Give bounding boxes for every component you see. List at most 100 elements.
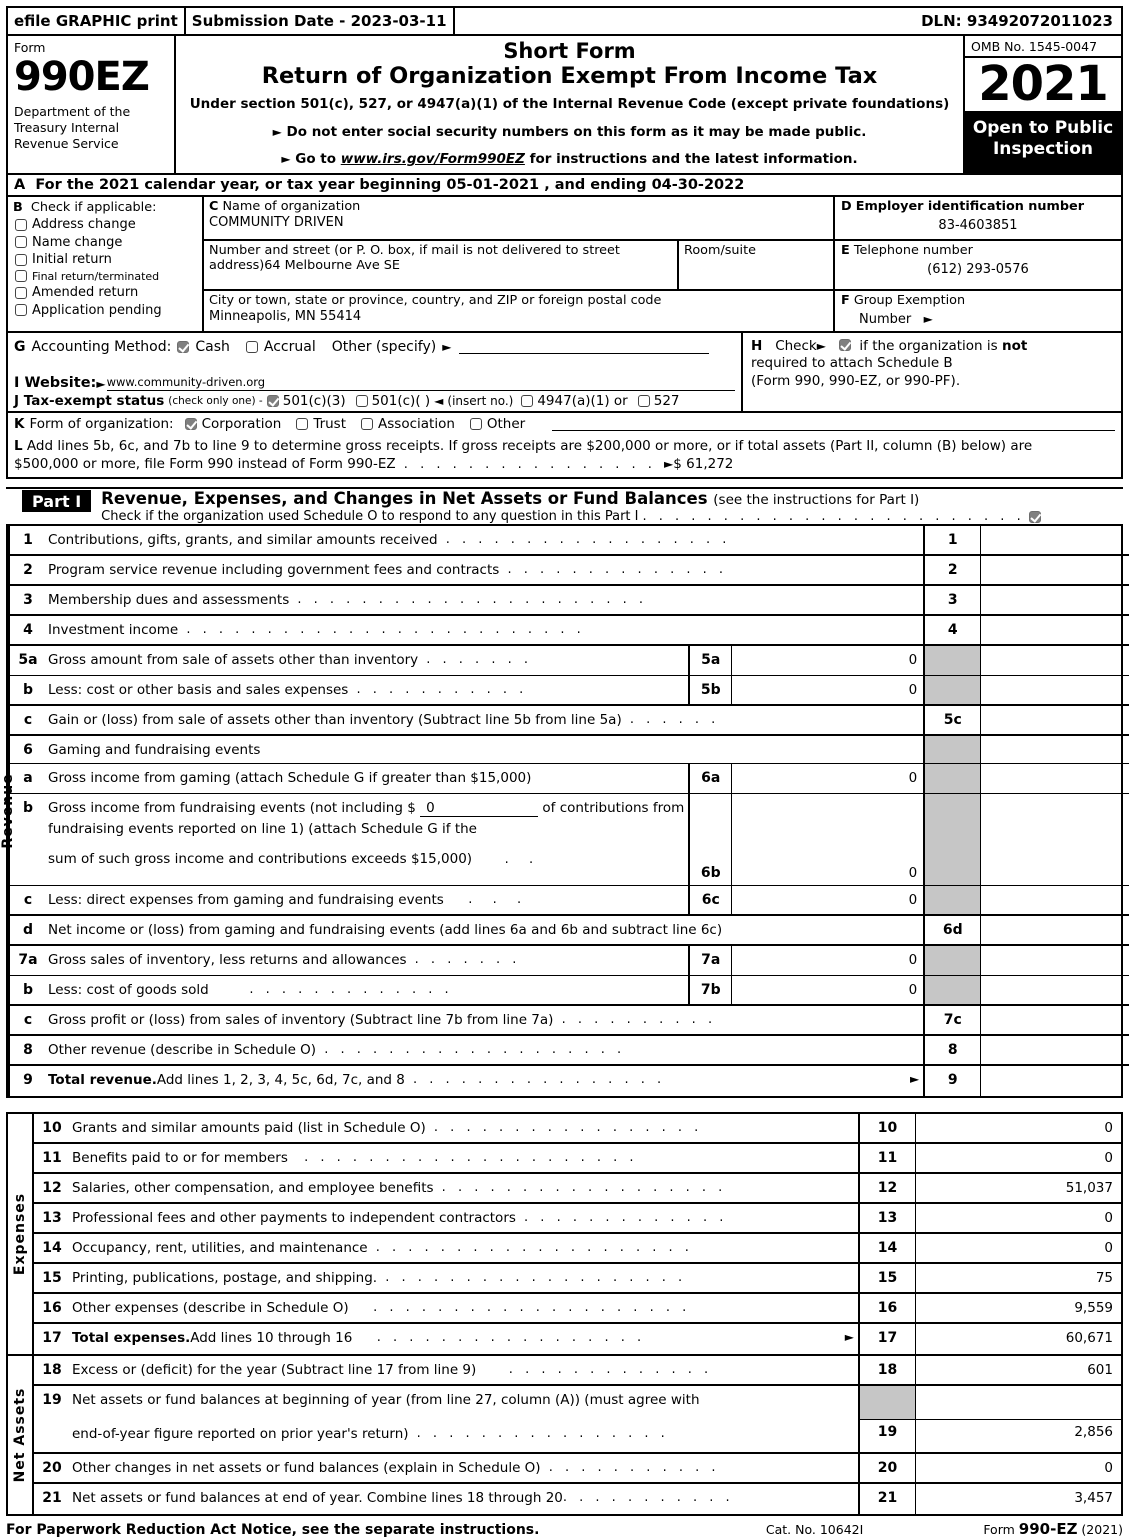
checkbox-icon[interactable] (15, 304, 27, 317)
inner-value[interactable]: 0 (732, 886, 923, 914)
checkbox-name-change[interactable]: Name change (15, 235, 197, 250)
checkbox-501c-icon[interactable] (355, 394, 368, 407)
checkbox-icon[interactable] (15, 236, 27, 249)
netassets-vertical-label: Net Assets (8, 1356, 34, 1515)
tax-year-end-date: 04-30-2022 (651, 176, 745, 193)
tax-exempt-status-label: Tax-exempt status (23, 392, 165, 409)
inner-value[interactable]: 0 (732, 976, 923, 1004)
checkbox-trust-icon[interactable] (296, 417, 309, 430)
row-value[interactable]: 51,037 (916, 1174, 1121, 1202)
checkbox-corporation-icon[interactable] (184, 417, 197, 430)
inner-value[interactable]: 0 (732, 646, 923, 675)
checkbox-icon[interactable] (15, 253, 27, 266)
row-value[interactable]: 0 (916, 1204, 1121, 1232)
row-description: Contributions, gifts, grants, and simila… (46, 526, 923, 554)
checkbox-address-change[interactable]: Address change (15, 217, 197, 232)
section-c-letter: C (209, 198, 219, 214)
checkbox-label: Address change (32, 217, 136, 233)
row-value[interactable]: 0 (981, 616, 1129, 644)
inner-value[interactable]: 0 (732, 946, 923, 975)
inner-label: 6a (690, 764, 733, 794)
table-row: 20 Other changes in net assets or fund b… (34, 1454, 1121, 1485)
row-colnum: 17 (858, 1324, 916, 1355)
phone-value: (612) 293-0576 (927, 261, 1029, 277)
row-description: Other changes in net assets or fund bala… (70, 1454, 858, 1482)
form-label: Form (14, 40, 46, 55)
inner-value[interactable]: 0 (732, 764, 923, 793)
other-org-input[interactable] (552, 417, 1115, 431)
part1-title-note: (see the instructions for Part I) (713, 492, 920, 509)
checkbox-final-return[interactable]: Final return/terminated (15, 270, 197, 283)
row-colnum-gray (923, 946, 982, 976)
leader-dots: . . . . . . . . . . . . . . . . (404, 1072, 674, 1088)
row-description: Gross profit or (loss) from sales of inv… (46, 1006, 923, 1034)
inner-value[interactable]: 0 (732, 865, 923, 885)
checkbox-icon[interactable] (15, 270, 27, 283)
row-text: Other revenue (describe in Schedule O) (48, 1042, 317, 1059)
checkbox-initial-return[interactable]: Initial return (15, 252, 197, 267)
inner-value[interactable]: 0 (732, 676, 923, 704)
section-g-letter: G (14, 338, 26, 355)
row-value (981, 676, 1129, 704)
row-number: b (22, 982, 34, 999)
checkbox-icon[interactable] (15, 218, 27, 231)
row-value[interactable]: 0 (916, 1234, 1121, 1262)
table-row: 3 Membership dues and assessments . . . … (10, 586, 1129, 617)
row19-text-2: end-of-year figure reported on prior yea… (72, 1426, 409, 1443)
row-value[interactable]: 61,272 (981, 526, 1129, 554)
website-value[interactable]: www.community-driven.org (106, 375, 735, 391)
row-value[interactable]: 2,856 (1074, 1424, 1113, 1440)
row-value (981, 764, 1129, 793)
checkbox-association-icon[interactable] (361, 417, 374, 430)
table-row: 5a Gross amount from sale of assets othe… (10, 646, 1129, 677)
row-value[interactable]: 60,671 (916, 1324, 1121, 1354)
table-row: 2 Program service revenue including gove… (10, 556, 1129, 587)
row-value[interactable]: 75 (916, 1264, 1121, 1292)
checkbox-501c3-icon[interactable] (266, 394, 279, 407)
checkbox-schedule-o-icon[interactable] (1028, 510, 1041, 523)
row-value[interactable]: 0 (981, 916, 1129, 944)
dln-cell: DLN: 93492072011023 (921, 12, 1113, 30)
checkbox-accrual-icon[interactable] (245, 340, 258, 353)
row-value[interactable]: 9,559 (916, 1294, 1121, 1322)
row-value[interactable]: 601 (916, 1356, 1121, 1384)
row-value[interactable]: 0 (916, 1114, 1121, 1142)
row6b-contribution-amount[interactable]: 0 (420, 800, 539, 818)
triangle-bullet-icon-5: ► (96, 376, 106, 391)
row-value[interactable]: 0 (981, 556, 1129, 584)
row-value[interactable]: 0 (981, 706, 1129, 734)
row-value[interactable]: 0 (916, 1144, 1121, 1172)
leader-dots: . . . . . . . . . . . . . . . . . (425, 1120, 703, 1136)
section-g-i-j: G Accounting Method: Cash Accrual Other … (8, 333, 741, 411)
row-colnum-gray (923, 676, 982, 705)
checkbox-application-pending[interactable]: Application pending (15, 303, 197, 318)
row-value[interactable]: 0 (916, 1454, 1121, 1482)
checkbox-icon[interactable] (15, 286, 27, 299)
row-description: Benefits paid to or for members . . . . … (70, 1144, 858, 1172)
triangle-bullet-icon-9: ► (844, 1330, 854, 1345)
checkbox-schedule-b-icon[interactable] (838, 338, 851, 351)
checkbox-other-org-icon[interactable] (469, 417, 482, 430)
checkbox-cash-icon[interactable] (177, 340, 190, 353)
part1-schedule-o-row: Check if the organization used Schedule … (101, 509, 1041, 524)
inner-label: 5b (690, 676, 733, 705)
opt-501c3-label: 501(c)(3) (282, 392, 346, 409)
row-value[interactable]: 0 (981, 1006, 1129, 1034)
city-label: City or town, state or province, country… (209, 292, 662, 308)
row-value[interactable]: 0 (981, 1036, 1129, 1064)
row-value (981, 976, 1129, 1004)
checkbox-amended-return[interactable]: Amended return (15, 285, 197, 300)
form-title-block: Short Form Return of Organization Exempt… (176, 36, 963, 173)
row-value[interactable]: 61,272 (981, 1066, 1129, 1096)
row-value[interactable]: 0 (981, 586, 1129, 614)
checkbox-527-icon[interactable] (637, 394, 650, 407)
table-row: d Net income or (loss) from gaming and f… (10, 916, 1129, 947)
tax-year: 2021 (965, 58, 1121, 113)
row-value[interactable]: 3,457 (916, 1484, 1121, 1514)
org-name-cell: C Name of organization COMMUNITY DRIVEN (204, 197, 833, 241)
other-specify-input[interactable] (459, 339, 710, 355)
row-colnum: 16 (858, 1294, 916, 1323)
irs-form-link[interactable]: www.irs.gov/Form990EZ (341, 151, 525, 167)
checkbox-4947a1-icon[interactable] (521, 394, 534, 407)
section-e-letter: E (841, 242, 850, 258)
